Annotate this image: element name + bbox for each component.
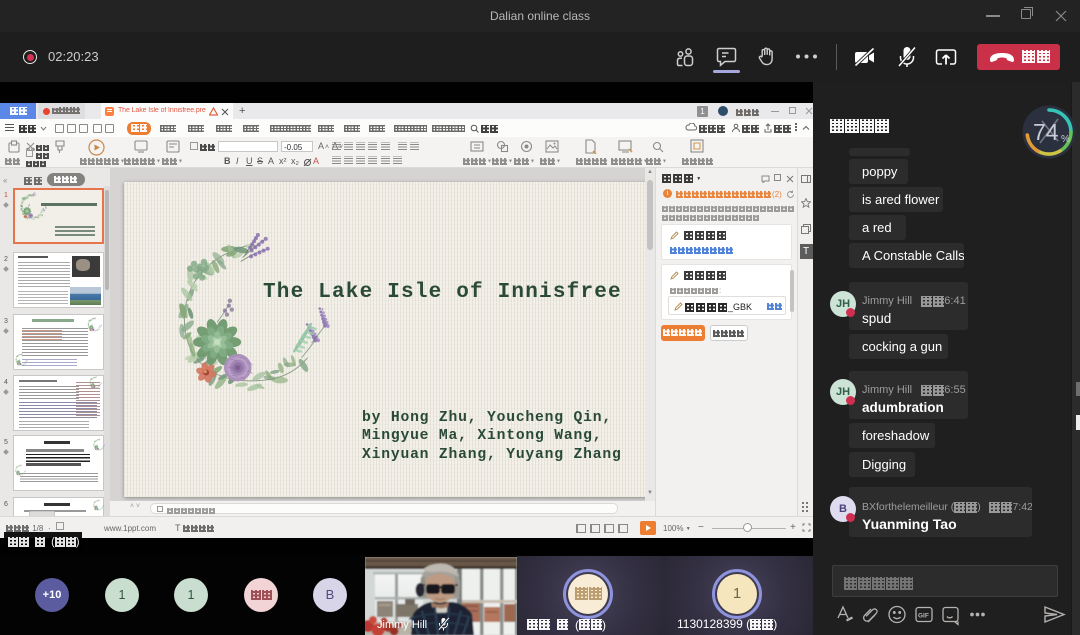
svg-text:Jimmy Hill: Jimmy Hill: [377, 619, 427, 631]
svg-text:%: %: [1061, 134, 1070, 145]
svg-text:74: 74: [1033, 119, 1059, 145]
svg-text:GIF: GIF: [918, 613, 929, 620]
